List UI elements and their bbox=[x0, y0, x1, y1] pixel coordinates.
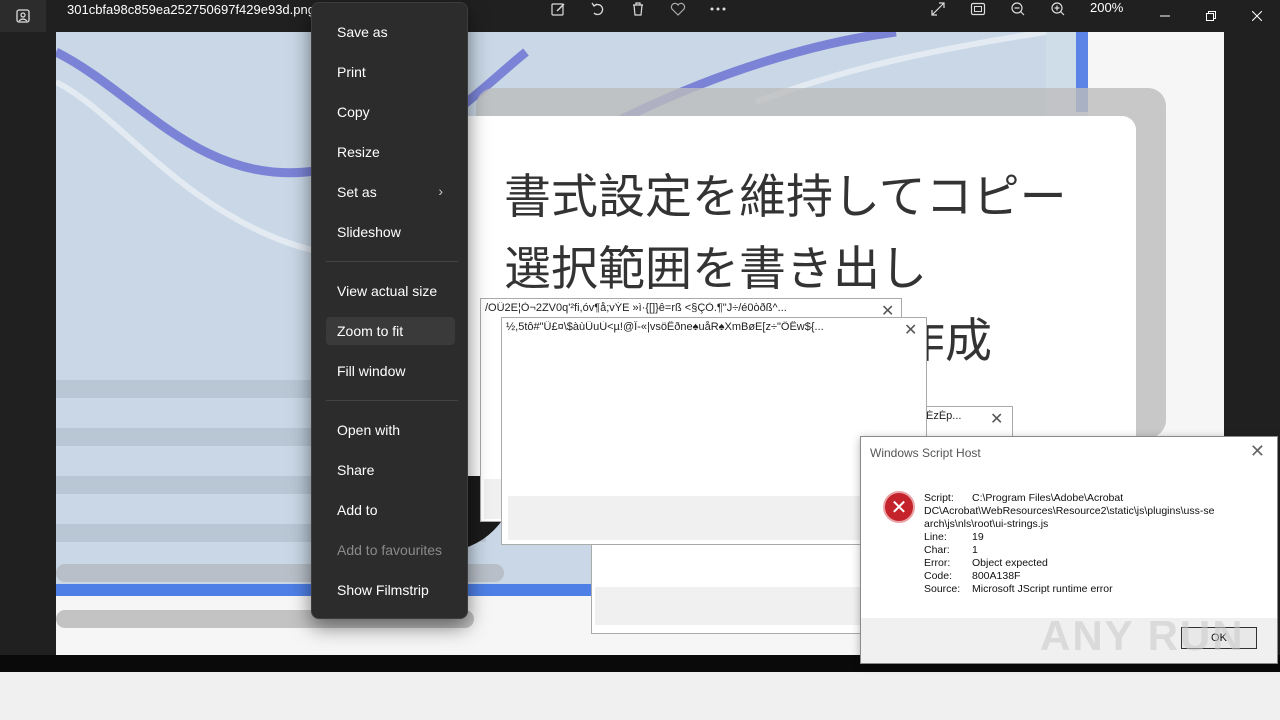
menu-item-label: Add to bbox=[337, 502, 378, 518]
window-title: /OÜ2E¦Ò¬2ZV0q'²fi,óv¶å;vÝE »ì·{[]}ê=rß <… bbox=[485, 302, 787, 314]
minimize-icon[interactable] bbox=[1142, 0, 1188, 32]
window-title: ½,5tô#"Ü£¤\$àùÛuÙ<µ!@Î-«|vsöÊðne♠uåR♠XmB… bbox=[506, 321, 824, 333]
menu-item-copy[interactable]: Copy bbox=[326, 98, 455, 126]
close-icon[interactable]: ✕ bbox=[904, 320, 917, 340]
menu-item-add-to[interactable]: Add to bbox=[326, 496, 455, 524]
anyrun-watermark: ANY RUN bbox=[1040, 612, 1245, 659]
window-footer bbox=[508, 496, 862, 540]
menu-item-zoom-to-fit[interactable]: Zoom to fit bbox=[326, 317, 455, 345]
menu-item-set-as[interactable]: Set as › bbox=[326, 178, 455, 206]
menu-item-resize[interactable]: Resize bbox=[326, 138, 455, 166]
script-key: Script: bbox=[924, 492, 954, 504]
actual-size-icon[interactable] bbox=[969, 0, 987, 18]
fullscreen-icon[interactable] bbox=[929, 0, 947, 18]
title-bar: 301cbfa98c859ea252750697f429e93d.png 200… bbox=[0, 0, 1280, 32]
edit-image-icon[interactable] bbox=[549, 0, 567, 18]
menu-item-open-with[interactable]: Open with bbox=[326, 416, 455, 444]
menu-item-label: Save as bbox=[337, 24, 388, 40]
code-value: 800A138F bbox=[972, 570, 1021, 582]
script-value: C:\Program Files\Adobe\Acrobat bbox=[972, 492, 1124, 504]
menu-item-label: Open with bbox=[337, 422, 401, 438]
window-footer bbox=[595, 587, 865, 625]
menu-item-label: Set as bbox=[337, 184, 377, 200]
menu-item-label: Show Filmstrip bbox=[337, 582, 429, 598]
code-key: Code: bbox=[924, 570, 953, 582]
rotate-icon[interactable] bbox=[589, 0, 607, 18]
menu-item-view-actual-size[interactable]: View actual size bbox=[326, 277, 455, 305]
menu-item-fill-window[interactable]: Fill window bbox=[326, 357, 455, 385]
delete-icon[interactable] bbox=[629, 0, 647, 18]
menu-item-label: Resize bbox=[337, 144, 380, 160]
restore-icon[interactable] bbox=[1188, 0, 1234, 32]
menu-item-label: Fill window bbox=[337, 363, 406, 379]
menu-separator bbox=[326, 400, 458, 401]
menu-item-label: Share bbox=[337, 462, 375, 478]
error-icon: ✕ bbox=[883, 491, 915, 523]
line-value: 19 bbox=[972, 531, 984, 543]
script-row-cont: DC\Acrobat\WebResources\Resource2\static… bbox=[924, 505, 1214, 517]
menu-item-slideshow[interactable]: Slideshow bbox=[326, 218, 455, 246]
script-value: arch\js\nls\root\ui-strings.js bbox=[924, 518, 1049, 530]
menu-item-label: Copy bbox=[337, 104, 370, 120]
char-value: 1 bbox=[972, 544, 978, 556]
menu-item-save-as[interactable]: Save as bbox=[326, 18, 455, 46]
zoom-out-icon[interactable] bbox=[1009, 0, 1027, 18]
source-value: Microsoft JScript runtime error bbox=[972, 583, 1113, 595]
chevron-right-icon: › bbox=[438, 183, 443, 199]
menu-item-share[interactable]: Share bbox=[326, 456, 455, 484]
menu-separator bbox=[326, 261, 458, 262]
favourite-icon[interactable] bbox=[669, 0, 687, 18]
error-value: Object expected bbox=[972, 557, 1048, 569]
error-key: Error: bbox=[924, 557, 951, 569]
menu-item-add-to-favourites: Add to favourites bbox=[326, 536, 455, 564]
source-key: Source: bbox=[924, 583, 961, 595]
close-icon[interactable]: ✕ bbox=[990, 409, 1003, 429]
zoom-in-icon[interactable] bbox=[1049, 0, 1067, 18]
window-title: ÉzÉp... bbox=[926, 410, 962, 422]
close-icon[interactable] bbox=[1234, 0, 1280, 32]
close-icon[interactable]: ✕ bbox=[1250, 441, 1265, 462]
zoom-level[interactable]: 200% bbox=[1090, 0, 1123, 15]
context-menu: Save as Print Copy Resize Set as › Slide… bbox=[311, 2, 468, 619]
menu-item-label: Add to favourites bbox=[337, 542, 443, 558]
menu-item-label: Zoom to fit bbox=[337, 323, 404, 339]
image-text-line-2: 選択範囲を書き出し bbox=[504, 242, 927, 297]
dialog-title: Windows Script Host bbox=[870, 446, 981, 460]
menu-item-print[interactable]: Print bbox=[326, 58, 455, 86]
file-name: 301cbfa98c859ea252750697f429e93d.png bbox=[67, 2, 315, 17]
menu-item-label: Slideshow bbox=[337, 224, 401, 240]
line-key: Line: bbox=[924, 531, 947, 543]
menu-item-label: Print bbox=[337, 64, 366, 80]
more-icon[interactable] bbox=[709, 0, 727, 18]
image-text-line-1: 書式設定を維持してコピー bbox=[504, 170, 1067, 225]
char-key: Char: bbox=[924, 544, 950, 556]
script-row-cont: arch\js\nls\root\ui-strings.js bbox=[924, 518, 1048, 530]
photos-app-icon[interactable] bbox=[0, 0, 46, 32]
script-value: DC\Acrobat\WebResources\Resource2\static… bbox=[924, 505, 1215, 517]
menu-item-label: View actual size bbox=[337, 283, 438, 299]
menu-item-show-filmstrip[interactable]: Show Filmstrip bbox=[326, 576, 455, 604]
